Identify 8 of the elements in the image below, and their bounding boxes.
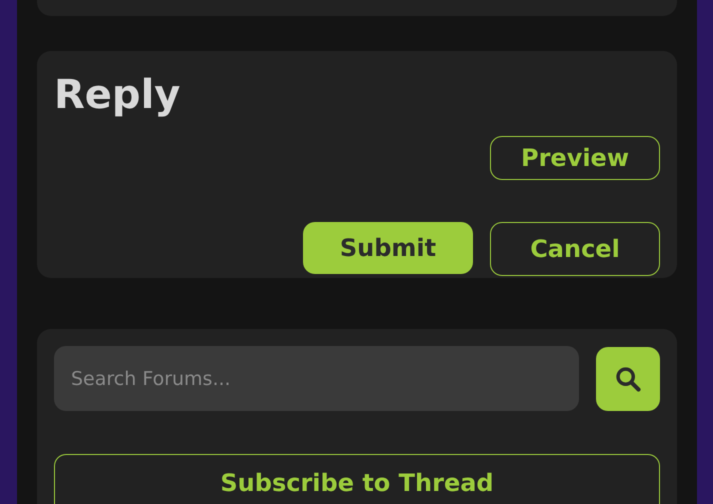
subscribe-button[interactable]: Subscribe to Thread [54,454,660,504]
search-field[interactable]: Search Forums... [54,346,579,411]
preview-button[interactable]: Preview [490,136,660,180]
search-button[interactable] [596,346,660,410]
reply-heading: Reply [54,70,180,119]
cancel-button[interactable]: Cancel [490,222,660,276]
submit-button[interactable]: Submit [303,222,473,274]
search-icon [614,364,642,392]
